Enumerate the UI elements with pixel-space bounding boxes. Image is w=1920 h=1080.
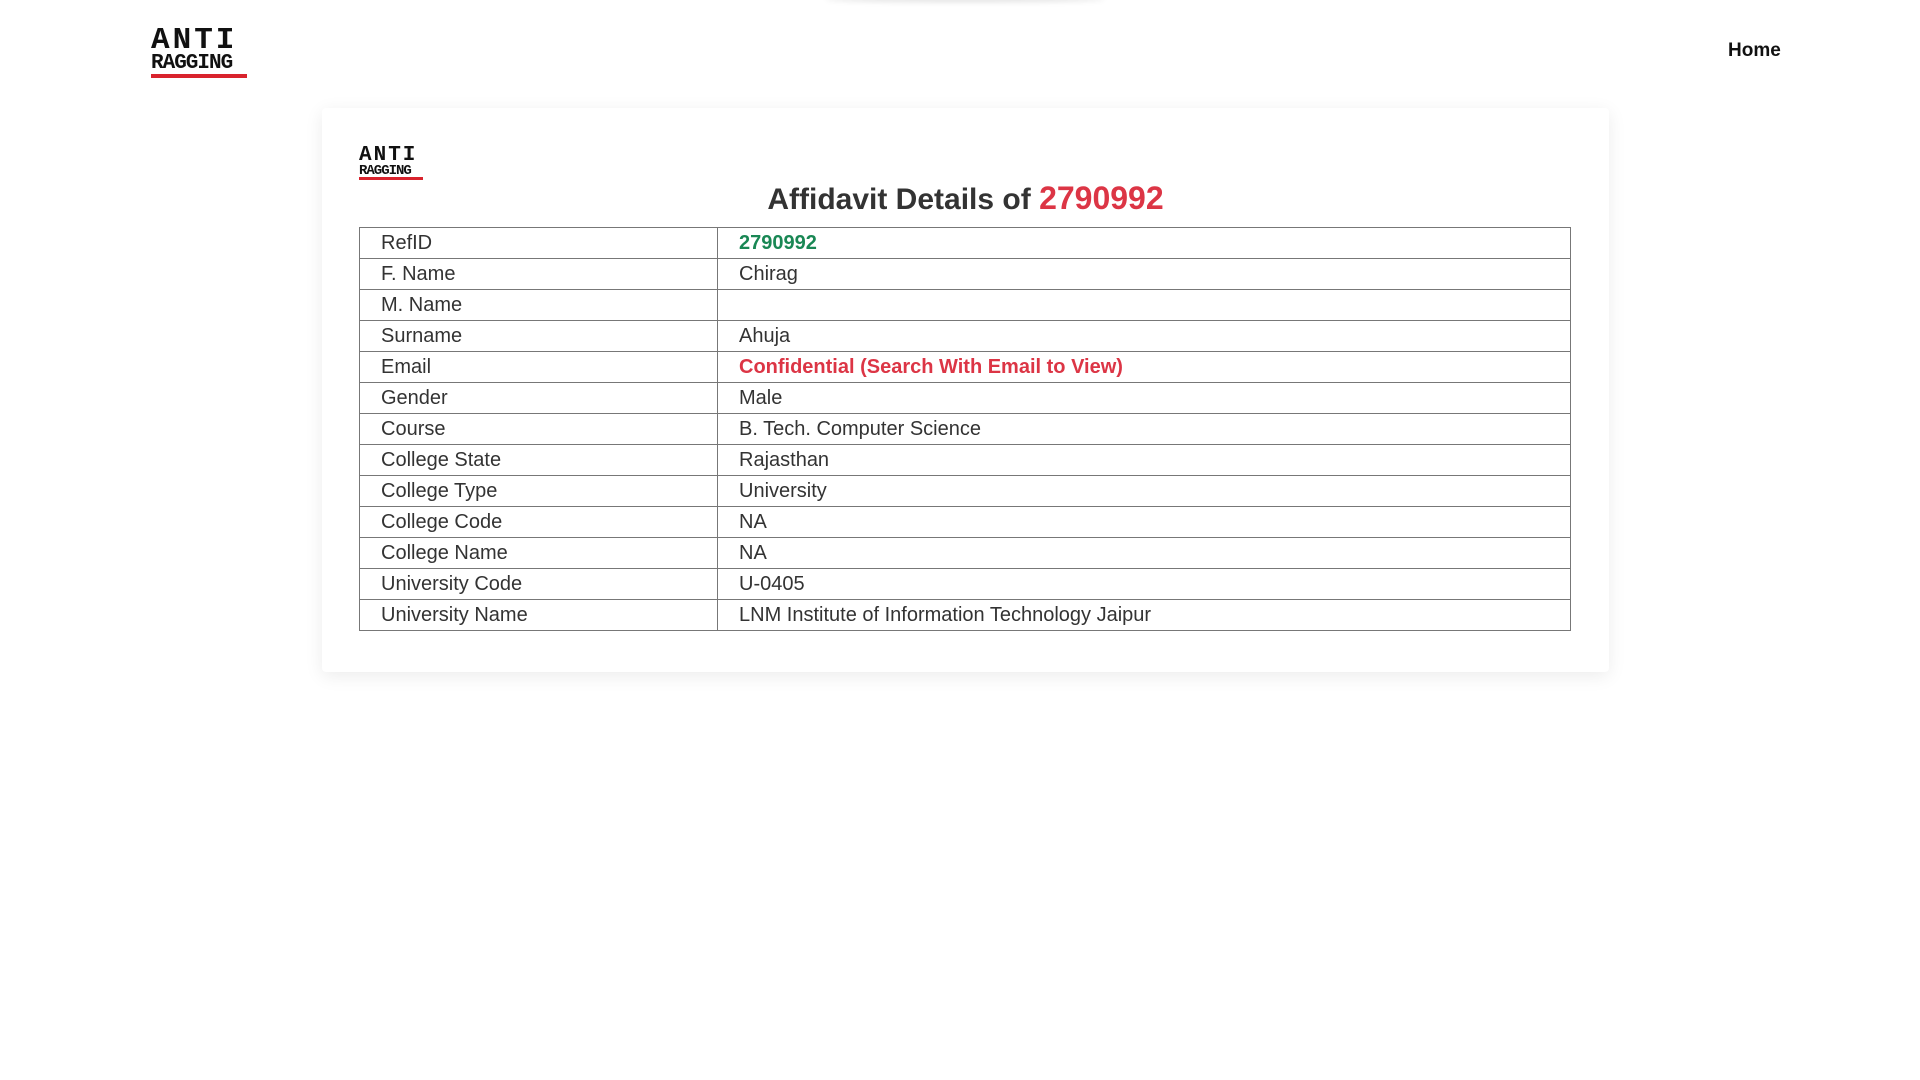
table-row-first-name: F. Name Chirag	[359, 258, 1571, 290]
row-label: College Type	[359, 475, 718, 507]
table-row-college-type: College Type University	[359, 475, 1571, 507]
row-value: Rajasthan	[717, 444, 1571, 476]
row-label: F. Name	[359, 258, 718, 290]
table-row-middle-name: M. Name	[359, 289, 1571, 321]
row-value: NA	[717, 537, 1571, 569]
page-title: Affidavit Details of 2790992	[322, 180, 1609, 217]
row-value: Ahuja	[717, 320, 1571, 352]
nav-home-link[interactable]: Home	[1728, 40, 1781, 62]
table-row-surname: Surname Ahuja	[359, 320, 1571, 352]
table-row-email: Email Confidential (Search With Email to…	[359, 351, 1571, 383]
title-prefix: Affidavit Details of	[767, 183, 1031, 216]
table-row-college-code: College Code NA	[359, 506, 1571, 538]
table-row-university-name: University Name LNM Institute of Informa…	[359, 599, 1571, 631]
row-value: Chirag	[717, 258, 1571, 290]
card-logo-line-2: RAGGING	[359, 163, 412, 179]
row-label: College Code	[359, 506, 718, 538]
refid-value: 2790992	[739, 231, 817, 254]
table-row-gender: Gender Male	[359, 382, 1571, 414]
table-row-course: Course B. Tech. Computer Science	[359, 413, 1571, 445]
row-label: College State	[359, 444, 718, 476]
anti-ragging-logo[interactable]: ANTI RAGGING	[151, 25, 247, 78]
row-label: Surname	[359, 320, 718, 352]
logo-line-2: RAGGING	[151, 52, 233, 75]
row-label: University Name	[359, 599, 718, 631]
row-label: Gender	[359, 382, 718, 414]
row-label: University Code	[359, 568, 718, 600]
row-value	[717, 289, 1571, 321]
row-value: B. Tech. Computer Science	[717, 413, 1571, 445]
table-row-college-state: College State Rajasthan	[359, 444, 1571, 476]
table-row-refid: RefID 2790992	[359, 227, 1571, 259]
card-logo: ANTI RAGGING	[359, 145, 423, 180]
row-value: Male	[717, 382, 1571, 414]
row-label: M. Name	[359, 289, 718, 321]
navbar: ANTI RAGGING Home	[0, 0, 1920, 104]
email-confidential-notice: Confidential (Search With Email to View)	[739, 355, 1123, 378]
row-value: University	[717, 475, 1571, 507]
table-row-university-code: University Code U-0405	[359, 568, 1571, 600]
row-value: U-0405	[717, 568, 1571, 600]
title-ref-id: 2790992	[1039, 180, 1164, 216]
affidavit-details-table: RefID 2790992 F. Name Chirag M. Name Sur…	[359, 227, 1571, 631]
row-label: RefID	[359, 227, 718, 259]
row-label: Email	[359, 351, 718, 383]
row-value: 2790992	[717, 227, 1571, 259]
logo-underline	[151, 74, 247, 78]
row-label: Course	[359, 413, 718, 445]
row-label: College Name	[359, 537, 718, 569]
row-value: NA	[717, 506, 1571, 538]
affidavit-card: ANTI RAGGING Affidavit Details of 279099…	[322, 108, 1609, 672]
row-value: LNM Institute of Information Technology …	[717, 599, 1571, 631]
row-value: Confidential (Search With Email to View)	[717, 351, 1571, 383]
table-row-college-name: College Name NA	[359, 537, 1571, 569]
